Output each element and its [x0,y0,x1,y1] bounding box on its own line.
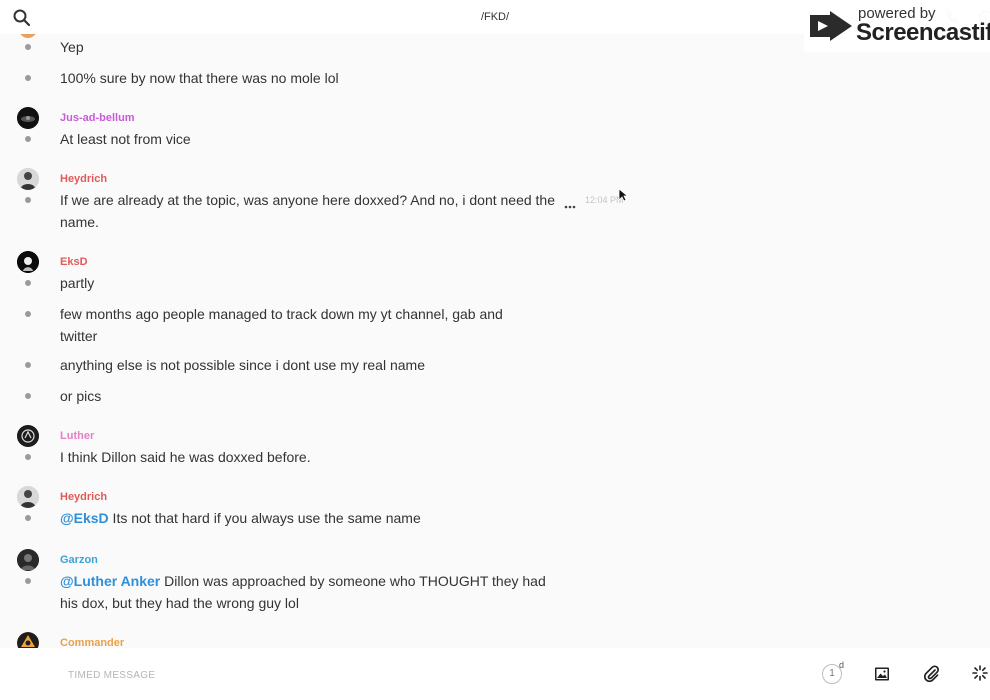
message-dot [25,44,31,50]
message-text: At least not from vice [60,131,191,147]
message-dot [25,280,31,286]
message-dot [25,136,31,142]
message-text: partly [60,275,95,291]
message-text: I think Dillon said he was doxxed before… [60,449,311,465]
message-author[interactable]: Heydrich [60,491,107,503]
message-dot [25,578,31,584]
message-text: Yep [60,39,84,55]
message-author[interactable]: Commander [60,637,124,648]
avatar[interactable] [17,425,39,447]
message-dot [25,197,31,203]
message-text: anything else is not possible since i do… [60,357,425,373]
message-text: 100% sure by now that there was no mole … [60,70,339,86]
image-icon[interactable] [874,666,890,682]
message-author[interactable]: Heydrich [60,173,107,185]
burn-on-read-icon[interactable] [972,665,988,681]
message-author[interactable]: Garzon [60,554,98,566]
message-text: @EksD Its not that hard if you always us… [60,507,560,529]
message-list[interactable]: Yep 100% sure by now that there was no m… [0,34,990,648]
message-dot [25,362,31,368]
screencastify-watermark: powered by Screencastify [804,0,990,52]
avatar[interactable] [17,486,39,508]
message-author[interactable]: Jus-ad-bellum [60,112,135,124]
avatar[interactable] [17,107,39,129]
message-dot [25,393,31,399]
message-body: Its not that hard if you always use the … [108,510,421,526]
avatar[interactable] [17,549,39,571]
avatar[interactable] [17,168,39,190]
avatar [19,34,37,38]
user-mention[interactable]: @Luther Anker [60,573,160,589]
attachment-icon[interactable] [923,665,940,683]
watermark-brand: Screencastify [856,19,990,46]
more-options-icon[interactable] [563,197,577,209]
message-dot [25,454,31,460]
message-text: or pics [60,388,102,404]
mouse-cursor-icon [618,188,629,202]
avatar[interactable] [17,251,39,273]
message-text: @Luther Anker Dillon was approached by s… [60,570,560,614]
message-author[interactable]: Luther [60,430,94,442]
timer-unit: d [839,660,845,670]
screencastify-logo-icon [808,7,854,45]
message-composer: 1 d [0,648,990,700]
message-input[interactable] [68,667,668,683]
message-dot [25,311,31,317]
avatar[interactable] [17,632,39,648]
message-dot [25,75,31,81]
user-mention[interactable]: @EksD [60,510,109,526]
message-text: few months ago people managed to track d… [60,306,503,344]
message-text: If we are already at the topic, was anyo… [60,192,556,230]
message-dot [25,515,31,521]
message-author[interactable]: EksD [60,256,88,268]
message-timer-button[interactable]: 1 d [821,660,847,686]
